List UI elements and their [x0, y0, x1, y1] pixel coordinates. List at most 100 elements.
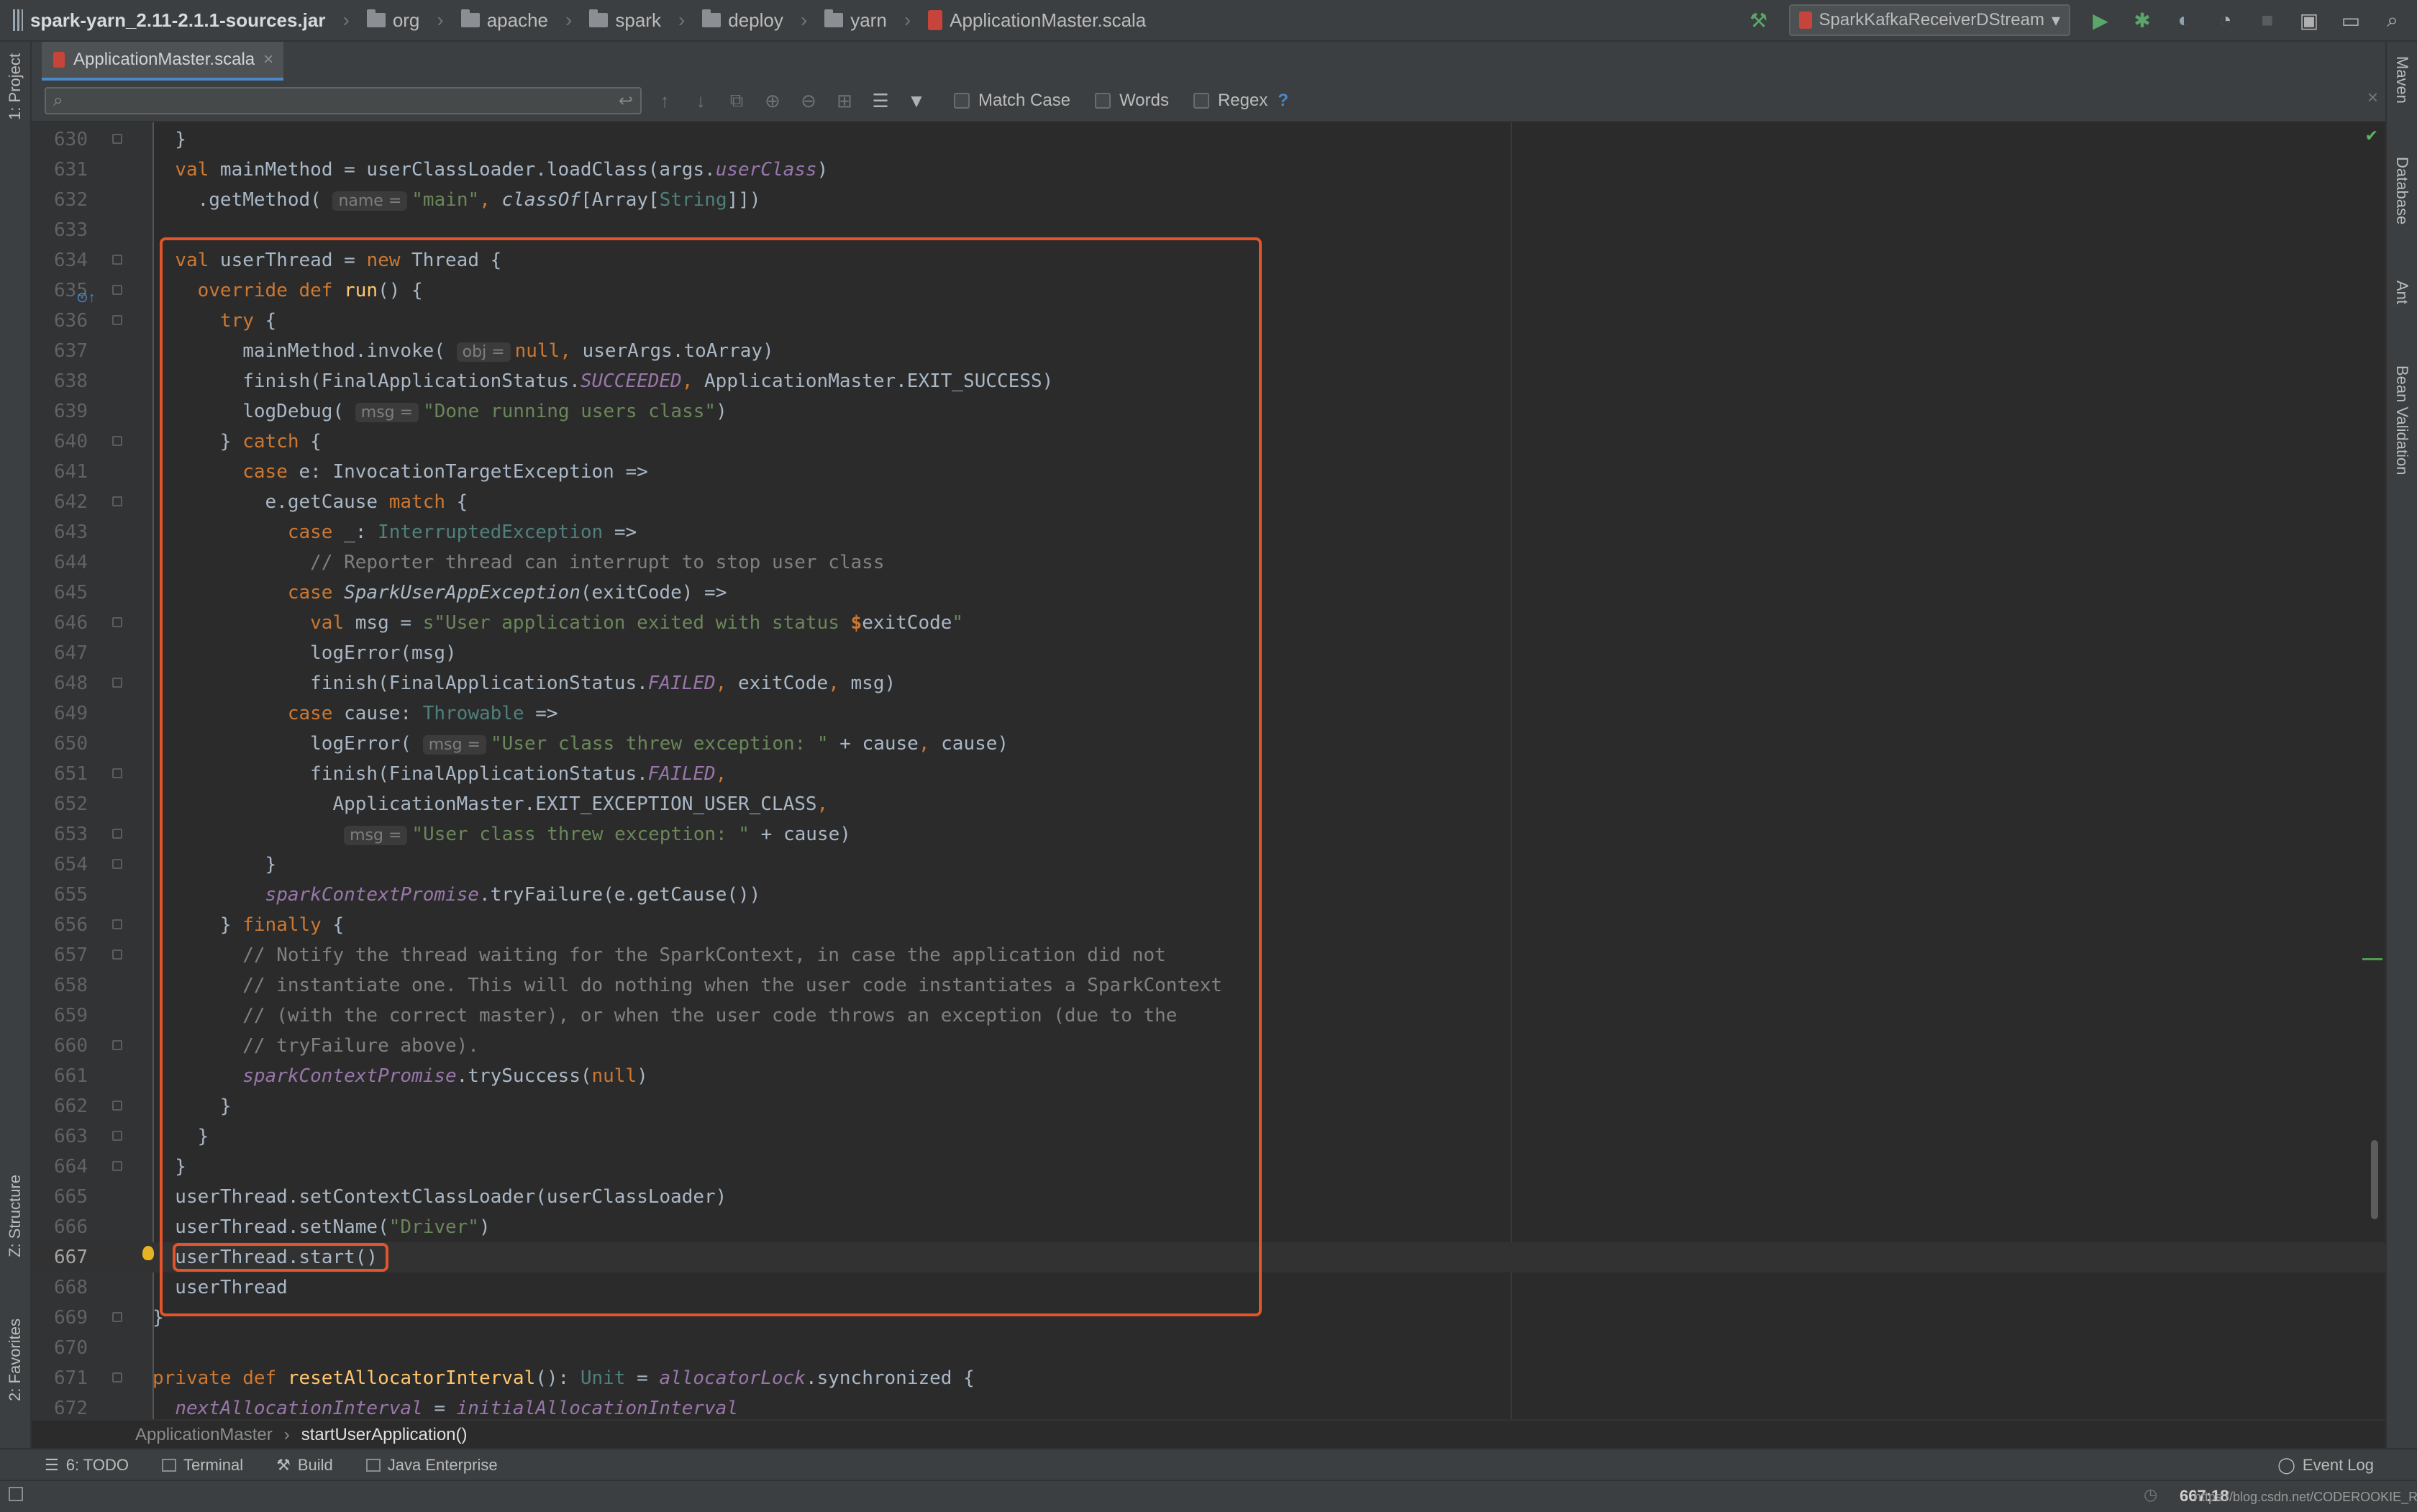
coverage-icon[interactable]: ◐ [2172, 9, 2195, 32]
words-checkbox[interactable]: Words [1095, 91, 1169, 111]
code-line[interactable]: 661 sparkContextPromise.trySuccess(null) [32, 1061, 2385, 1091]
code-line[interactable]: 666 userThread.setName("Driver") [32, 1212, 2385, 1242]
profile-icon[interactable]: ◔ [2214, 9, 2237, 32]
code-breadcrumb-method[interactable]: startUserApplication() [301, 1425, 468, 1445]
terminal-tool-button[interactable]: Terminal [162, 1456, 243, 1475]
filter-options-icon[interactable]: ☰ [868, 90, 893, 112]
fold-marker-icon[interactable] [112, 315, 122, 325]
code-line[interactable]: 643 case _: InterruptedException => [32, 517, 2385, 547]
code-line[interactable]: 656 } finally { [32, 910, 2385, 940]
code-line[interactable]: 647 logError(msg) [32, 638, 2385, 668]
code-line[interactable]: 631 val mainMethod = userClassLoader.loa… [32, 155, 2385, 185]
code-line[interactable]: 638 finish(FinalApplicationStatus.SUCCEE… [32, 366, 2385, 396]
code-line[interactable]: 637 mainMethod.invoke( obj =null, userAr… [32, 336, 2385, 366]
fold-marker-icon[interactable] [112, 859, 122, 869]
code-line[interactable]: 632 .getMethod( name ="main", classOf[Ar… [32, 185, 2385, 215]
database-tool-button[interactable]: Database [2393, 157, 2411, 224]
breadcrumb-org[interactable]: org [393, 9, 420, 32]
code-line[interactable]: 642 e.getCause match { [32, 487, 2385, 517]
arrow-down-icon[interactable]: ↓ [688, 90, 714, 112]
code-line[interactable]: 654 } [32, 850, 2385, 880]
regex-help-icon[interactable]: ? [1278, 91, 1288, 111]
code-line-current[interactable]: 667 userThread.start() [32, 1242, 2385, 1272]
tab-application-master[interactable]: ApplicationMaster.scala × [42, 42, 283, 81]
fold-marker-icon[interactable] [112, 829, 122, 839]
stop-icon[interactable]: ■ [2256, 9, 2279, 32]
fold-marker-icon[interactable] [112, 768, 122, 778]
fold-marker-icon[interactable] [112, 134, 122, 144]
new-line-icon[interactable]: ↩ [619, 91, 633, 111]
lightbulb-icon[interactable] [142, 1246, 154, 1260]
favorites-tool-button[interactable]: 2: Favorites [6, 1319, 24, 1401]
breadcrumb-file[interactable]: ApplicationMaster.scala [950, 9, 1146, 32]
code-line[interactable]: 639 logDebug( msg ="Done running users c… [32, 396, 2385, 427]
fold-marker-icon[interactable] [112, 678, 122, 688]
select-occurrences-icon[interactable]: ⊞ [832, 90, 857, 112]
code-line[interactable]: 655 sparkContextPromise.tryFailure(e.get… [32, 880, 2385, 910]
code-line[interactable]: 663 } [32, 1121, 2385, 1152]
breadcrumb-jar[interactable]: spark-yarn_2.11-2.1.1-sources.jar [30, 9, 325, 32]
code-editor[interactable]: 630 } 631 val mainMethod = userClassLoad… [32, 122, 2385, 1419]
code-line[interactable]: 651 finish(FinalApplicationStatus.FAILED… [32, 759, 2385, 789]
fold-marker-icon[interactable] [112, 1312, 122, 1322]
java-enterprise-tool-button[interactable]: Java Enterprise [366, 1456, 498, 1475]
project-structure-icon[interactable]: ▣ [2298, 9, 2321, 32]
fold-marker-icon[interactable] [112, 617, 122, 627]
code-line[interactable]: 660 // tryFailure above). [32, 1031, 2385, 1061]
search-everywhere-icon[interactable]: ⌕ [2381, 9, 2404, 32]
code-line[interactable]: 664 } [32, 1152, 2385, 1182]
code-line[interactable]: 653 msg ="User class threw exception: " … [32, 819, 2385, 850]
debug-icon[interactable]: ✱ [2131, 9, 2154, 32]
code-line[interactable]: 644 // Reporter thread can interrupt to … [32, 547, 2385, 578]
hammer-build-icon[interactable]: ⚒ [1747, 9, 1770, 32]
todo-tool-button[interactable]: ☰6: TODO [45, 1456, 129, 1475]
code-line[interactable]: 658 // instantiate one. This will do not… [32, 970, 2385, 1001]
code-line[interactable]: 650 logError( msg ="User class threw exc… [32, 729, 2385, 759]
hide-tool-windows-icon[interactable] [9, 1487, 23, 1501]
fold-marker-icon[interactable] [112, 1040, 122, 1050]
fold-marker-icon[interactable] [112, 255, 122, 265]
code-line[interactable]: 648 finish(FinalApplicationStatus.FAILED… [32, 668, 2385, 698]
code-line[interactable]: 633 [32, 215, 2385, 245]
bean-validation-tool-button[interactable]: Bean Validation [2393, 365, 2411, 475]
code-line[interactable]: 645 case SparkUserAppException(exitCode)… [32, 578, 2385, 608]
build-tool-button[interactable]: ⚒Build [276, 1456, 333, 1475]
fold-marker-icon[interactable] [112, 919, 122, 929]
breadcrumb-spark[interactable]: spark [615, 9, 661, 32]
search-input[interactable] [68, 91, 618, 111]
fold-marker-icon[interactable] [112, 1372, 122, 1383]
override-method-icon[interactable]: ⊙↑ [76, 288, 96, 306]
code-line[interactable]: 635 override def run() { [32, 275, 2385, 306]
fold-marker-icon[interactable] [112, 1101, 122, 1111]
select-all-occurrences-icon[interactable]: ⧉ [724, 89, 750, 112]
code-line[interactable]: 641 case e: InvocationTargetException => [32, 457, 2385, 487]
add-occurrence-icon[interactable]: ⊕ [760, 90, 786, 112]
code-line[interactable]: 640 } catch { [32, 427, 2385, 457]
breadcrumb-apache[interactable]: apache [487, 9, 548, 32]
regex-checkbox[interactable]: Regex [1193, 91, 1267, 111]
code-line[interactable]: 649 case cause: Throwable => [32, 698, 2385, 729]
match-case-checkbox[interactable]: Match Case [954, 91, 1070, 111]
project-tool-button[interactable]: 1: Project [6, 53, 24, 120]
arrow-up-icon[interactable]: ↑ [652, 90, 678, 112]
fold-marker-icon[interactable] [112, 949, 122, 960]
code-breadcrumb-class[interactable]: ApplicationMaster [135, 1425, 273, 1445]
code-line[interactable]: 665 userThread.setContextClassLoader(use… [32, 1182, 2385, 1212]
code-line[interactable]: 636 try { [32, 306, 2385, 336]
code-line[interactable]: 630 } [32, 124, 2385, 155]
code-line[interactable]: 657 // Notify the thread waiting for the… [32, 940, 2385, 970]
fold-marker-icon[interactable] [112, 285, 122, 295]
code-line[interactable]: 659 // (with the correct master), or whe… [32, 1001, 2385, 1031]
vertical-scrollbar[interactable] [2371, 1140, 2378, 1219]
breadcrumb-deploy[interactable]: deploy [728, 9, 783, 32]
fold-marker-icon[interactable] [112, 436, 122, 446]
close-find-icon[interactable]: × [2367, 86, 2378, 109]
remove-occurrence-icon[interactable]: ⊖ [796, 90, 821, 112]
code-line[interactable]: 669} [32, 1303, 2385, 1333]
ant-tool-button[interactable]: Ant [2393, 281, 2411, 304]
code-line[interactable]: 668 userThread [32, 1272, 2385, 1303]
code-line[interactable]: 634 val userThread = new Thread { [32, 245, 2385, 275]
filter-icon[interactable]: ▼ [903, 90, 929, 112]
close-icon[interactable]: × [263, 50, 273, 70]
code-line[interactable]: 672 nextAllocationInterval = initialAllo… [32, 1393, 2385, 1419]
